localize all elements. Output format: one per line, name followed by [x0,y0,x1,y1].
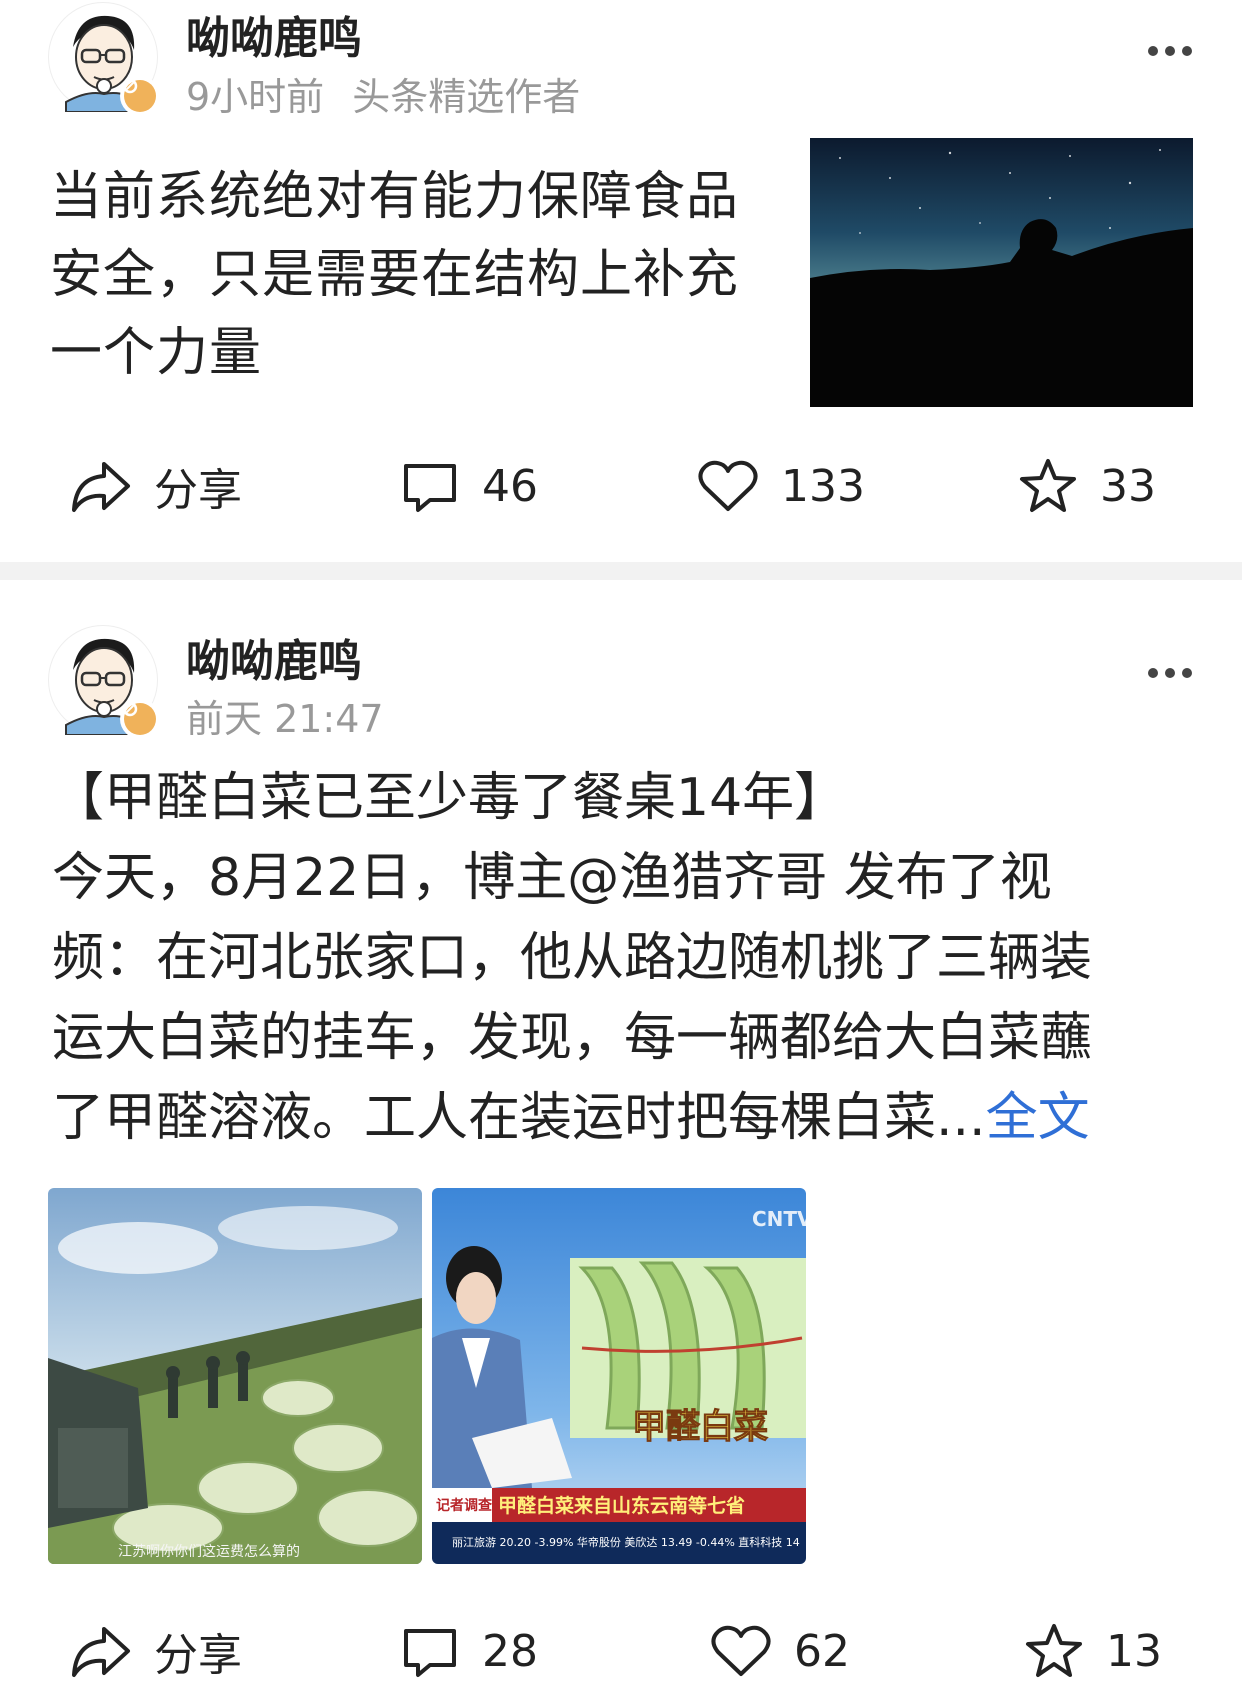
overlay-title: 甲醛白菜 [632,1407,768,1447]
comment-button[interactable]: 28 [400,1611,538,1691]
verified-badge-icon [120,699,160,739]
feed-post-1[interactable]: 呦呦鹿鸣 9小时前 头条精选作者 当前系统绝对有能力保障食品安全，只是需要在结构上… [0,0,1242,562]
star-icon [1020,459,1076,512]
comment-icon [404,464,456,512]
post-body-line: 频：在河北张家口，他从路边随机挑了三辆装 [52,928,1093,988]
comment-count: 28 [482,1625,538,1677]
stock-ticker: 丽江旅游 20.20 -3.99% 华帝股份 美欣达 13.49 -0.44% … [452,1535,800,1549]
post-body-line: 今天，8月22日，博主@渔猎齐哥 发布了视 [52,848,1052,908]
channel-logo: CNTV [752,1207,806,1231]
full-text-link[interactable]: 全文 [986,1088,1090,1148]
comment-icon [404,1629,456,1677]
share-label: 分享 [154,465,242,516]
action-bar: 分享 46 133 33 [0,446,1242,526]
post-text[interactable]: 当前系统绝对有能力保障食品安全，只是需要在结构上补充一个力量 [50,158,750,392]
post-image-cabbage-field[interactable]: 江苏啊你你们这运费怎么算的 [48,1188,422,1564]
post-divider [0,562,1242,580]
report-tag: 记者调查 [436,1497,493,1514]
post-image-news-broadcast[interactable]: CNTV 甲醛白菜 记者调查 甲醛白菜来自山东云南等七省 丽江旅游 20.20 … [432,1188,806,1564]
comment-button[interactable]: 46 [400,446,538,526]
share-icon [72,462,130,512]
share-button[interactable]: 分享 [70,446,242,526]
post-time: 前天 21:47 [186,697,384,741]
star-icon [1026,1624,1082,1677]
post-body-line: 了甲醛溶液。工人在装运时把每棵白菜... [52,1088,986,1148]
comment-count: 46 [482,460,538,512]
author-avatar[interactable] [48,625,160,739]
post-headline: 【甲醛白菜已至少毒了餐桌14年】 [52,768,847,828]
post-time: 9小时前 [186,75,325,119]
favorite-count: 33 [1100,460,1156,512]
more-options-icon[interactable] [1148,666,1192,680]
like-button[interactable]: 62 [710,1611,850,1691]
share-button[interactable]: 分享 [70,1611,242,1691]
heart-icon [711,1625,771,1676]
share-icon [72,1627,130,1677]
like-count: 62 [794,1625,850,1677]
news-banner: 甲醛白菜来自山东云南等七省 [498,1494,745,1517]
author-avatar[interactable] [48,2,160,116]
favorite-button[interactable]: 33 [1018,446,1156,526]
author-name[interactable]: 呦呦鹿鸣 [186,2,362,66]
author-tag: 头条精选作者 [352,75,581,119]
post-image-starry-silhouette[interactable] [810,138,1193,407]
post-meta: 9小时前 头条精选作者 [186,66,580,121]
favorite-button[interactable]: 13 [1024,1611,1162,1691]
like-count: 133 [781,460,865,512]
action-bar: 分享 28 62 13 [0,1611,1242,1691]
post-text[interactable]: 【甲醛白菜已至少毒了餐桌14年】 今天，8月22日，博主@渔猎齐哥 发布了视 频… [52,758,1202,1158]
favorite-count: 13 [1106,1625,1162,1677]
more-options-icon[interactable] [1148,44,1192,58]
verified-badge-icon [120,76,160,116]
post-body-line: 运大白菜的挂车，发现，每一辆都给大白菜蘸 [52,1008,1093,1068]
like-button[interactable]: 133 [697,446,865,526]
author-name[interactable]: 呦呦鹿鸣 [186,625,362,689]
video-caption: 江苏啊你你们这运费怎么算的 [118,1543,300,1560]
heart-icon [698,460,758,511]
share-label: 分享 [154,1630,242,1681]
